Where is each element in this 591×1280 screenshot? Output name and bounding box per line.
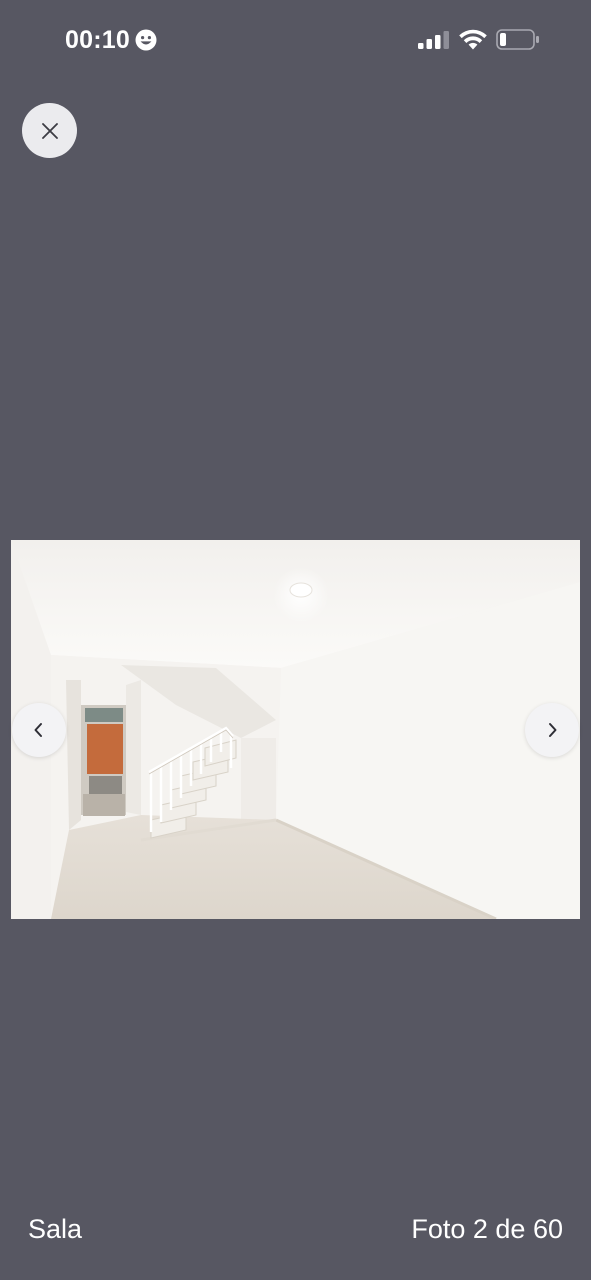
- photo-counter: Foto 2 de 60: [411, 1214, 563, 1244]
- close-icon: [41, 122, 58, 139]
- cellular-signal-icon: [418, 31, 449, 49]
- chevron-right-icon: [549, 723, 557, 737]
- status-bar: 00:10: [0, 0, 591, 80]
- room-photo-image: [11, 540, 580, 919]
- close-button[interactable]: [22, 103, 77, 158]
- wifi-icon: [459, 29, 487, 50]
- status-time: 00:10: [65, 26, 130, 54]
- battery-icon: [496, 29, 539, 50]
- smiley-icon: [135, 29, 157, 51]
- photo-caption: Sala: [28, 1214, 83, 1244]
- chevron-left-icon: [34, 723, 42, 737]
- previous-photo-button[interactable]: [12, 703, 66, 757]
- next-photo-button[interactable]: [525, 703, 579, 757]
- room-photo: [11, 540, 580, 919]
